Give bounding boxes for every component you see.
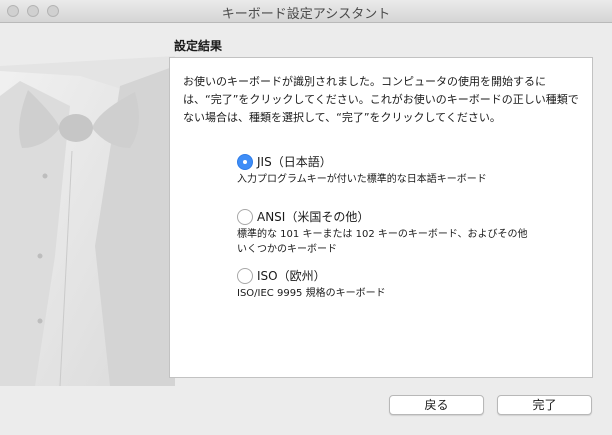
ansi-radio-row[interactable]: ANSI（米国その他）	[237, 208, 537, 225]
content-panel: お使いのキーボードが識別されました。コンピュータの使用を開始するには、“完了”を…	[169, 57, 593, 378]
jis-radio-button[interactable]	[237, 153, 253, 170]
iso-description: ISO/IEC 9995 規格のキーボード	[237, 288, 386, 299]
title-bar: キーボード設定アシスタント	[0, 0, 612, 23]
jis-label[interactable]: JIS（日本語）	[257, 153, 332, 170]
option-ansi: ANSI（米国その他） 標準的な 101 キーまたは 102 キーのキーボード、…	[237, 208, 537, 257]
back-button[interactable]: 戻る	[389, 395, 484, 415]
tuxedo-illustration	[0, 56, 175, 386]
iso-label[interactable]: ISO（欧州）	[257, 267, 326, 284]
iso-radio-row[interactable]: ISO（欧州）	[237, 267, 537, 284]
instructions-text: お使いのキーボードが識別されました。コンピュータの使用を開始するには、“完了”を…	[183, 75, 579, 124]
jis-radio-row[interactable]: JIS（日本語）	[237, 153, 537, 170]
keyboard-setup-window: キーボード設定アシスタント 設定結果 お使いのキーボードが識別されました。コンピ…	[0, 0, 612, 435]
section-title: 設定結果	[174, 39, 223, 53]
ansi-radio-button[interactable]	[237, 208, 253, 225]
done-button[interactable]: 完了	[497, 395, 592, 415]
ansi-description: 標準的な 101 キーまたは 102 キーのキーボード、およびその他いくつかのキ…	[237, 229, 528, 255]
option-iso: ISO（欧州） ISO/IEC 9995 規格のキーボード	[237, 267, 537, 301]
option-jis: JIS（日本語） 入力プログラムキーが付いた標準的な日本語キーボード	[237, 153, 537, 187]
jis-description: 入力プログラムキーが付いた標準的な日本語キーボード	[237, 174, 487, 185]
ansi-label[interactable]: ANSI（米国その他）	[257, 208, 369, 225]
iso-radio-button[interactable]	[237, 267, 253, 284]
window-title: キーボード設定アシスタント	[221, 7, 391, 22]
